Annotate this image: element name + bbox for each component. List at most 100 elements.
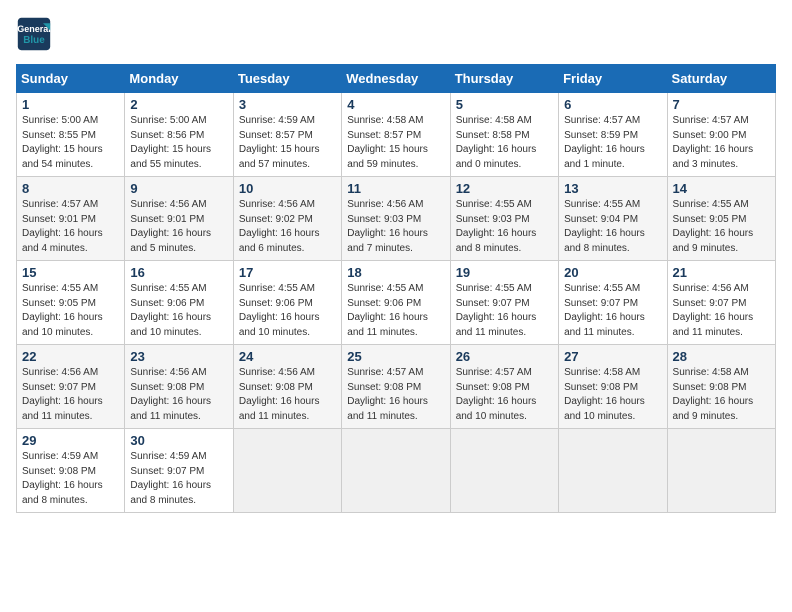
day-info: Sunrise: 4:55 AMSunset: 9:03 PMDaylight:… [456, 198, 553, 256]
day-number: 15 [22, 265, 119, 280]
header-cell-tuesday: Tuesday [233, 65, 341, 93]
day-15: 15 Sunrise: 4:55 AMSunset: 9:05 PMDayligh… [17, 261, 125, 345]
empty-cell [559, 429, 667, 513]
svg-text:Blue: Blue [23, 35, 45, 46]
day-25: 25 Sunrise: 4:57 AMSunset: 9:08 PMDayligh… [342, 345, 450, 429]
day-17: 17 Sunrise: 4:55 AMSunset: 9:06 PMDayligh… [233, 261, 341, 345]
logo: General Blue [16, 16, 52, 52]
calendar-table: SundayMondayTuesdayWednesdayThursdayFrid… [16, 64, 776, 513]
day-16: 16 Sunrise: 4:55 AMSunset: 9:06 PMDayligh… [125, 261, 233, 345]
day-number: 28 [673, 349, 770, 364]
day-8: 8Sunrise: 4:57 AMSunset: 9:01 PMDaylight… [17, 177, 125, 261]
day-info: Sunrise: 4:55 AMSunset: 9:04 PMDaylight:… [564, 198, 661, 256]
day-18: 18 Sunrise: 4:55 AMSunset: 9:06 PMDayligh… [342, 261, 450, 345]
calendar-week-4: 29Sunrise: 4:59 AMSunset: 9:08 PMDayligh… [17, 429, 776, 513]
day-5: 5 Sunrise: 4:58 AMSunset: 8:58 PMDaylight… [450, 93, 558, 177]
day-21: 21 Sunrise: 4:56 AMSunset: 9:07 PMDayligh… [667, 261, 775, 345]
day-number: 22 [22, 349, 119, 364]
day-number: 5 [456, 97, 553, 112]
day-info: Sunrise: 4:55 AMSunset: 9:05 PMDaylight:… [673, 198, 770, 256]
day-number: 24 [239, 349, 336, 364]
day-9: 9 Sunrise: 4:56 AMSunset: 9:01 PMDaylight… [125, 177, 233, 261]
day-number: 3 [239, 97, 336, 112]
day-number: 11 [347, 181, 444, 196]
day-number: 30 [130, 433, 227, 448]
day-info: Sunrise: 5:00 AMSunset: 8:56 PMDaylight:… [130, 114, 227, 172]
day-number: 20 [564, 265, 661, 280]
day-info: Sunrise: 4:56 AMSunset: 9:01 PMDaylight:… [130, 198, 227, 256]
day-number: 14 [673, 181, 770, 196]
day-number: 9 [130, 181, 227, 196]
day-info: Sunrise: 4:55 AMSunset: 9:06 PMDaylight:… [347, 282, 444, 340]
day-info: Sunrise: 4:57 AMSunset: 9:01 PMDaylight:… [22, 198, 119, 256]
day-info: Sunrise: 4:55 AMSunset: 9:07 PMDaylight:… [456, 282, 553, 340]
header-cell-friday: Friday [559, 65, 667, 93]
day-info: Sunrise: 4:55 AMSunset: 9:06 PMDaylight:… [130, 282, 227, 340]
header: General Blue [16, 16, 776, 52]
day-28: 28 Sunrise: 4:58 AMSunset: 9:08 PMDayligh… [667, 345, 775, 429]
header-cell-monday: Monday [125, 65, 233, 93]
day-info: Sunrise: 4:58 AMSunset: 9:08 PMDaylight:… [673, 366, 770, 424]
header-cell-sunday: Sunday [17, 65, 125, 93]
day-29: 29Sunrise: 4:59 AMSunset: 9:08 PMDayligh… [17, 429, 125, 513]
day-number: 10 [239, 181, 336, 196]
day-info: Sunrise: 4:57 AMSunset: 8:59 PMDaylight:… [564, 114, 661, 172]
header-cell-saturday: Saturday [667, 65, 775, 93]
day-20: 20 Sunrise: 4:55 AMSunset: 9:07 PMDayligh… [559, 261, 667, 345]
day-info: Sunrise: 4:56 AMSunset: 9:08 PMDaylight:… [130, 366, 227, 424]
day-info: Sunrise: 4:55 AMSunset: 9:06 PMDaylight:… [239, 282, 336, 340]
day-number: 27 [564, 349, 661, 364]
day-number: 7 [673, 97, 770, 112]
day-info: Sunrise: 4:59 AMSunset: 9:07 PMDaylight:… [130, 450, 227, 508]
day-number: 26 [456, 349, 553, 364]
day-info: Sunrise: 4:55 AMSunset: 9:05 PMDaylight:… [22, 282, 119, 340]
day-number: 21 [673, 265, 770, 280]
empty-cell [667, 429, 775, 513]
day-number: 19 [456, 265, 553, 280]
day-number: 13 [564, 181, 661, 196]
day-info: Sunrise: 4:58 AMSunset: 9:08 PMDaylight:… [564, 366, 661, 424]
day-19: 19 Sunrise: 4:55 AMSunset: 9:07 PMDayligh… [450, 261, 558, 345]
day-14: 14 Sunrise: 4:55 AMSunset: 9:05 PMDayligh… [667, 177, 775, 261]
day-number: 18 [347, 265, 444, 280]
empty-cell [450, 429, 558, 513]
day-number: 17 [239, 265, 336, 280]
day-26: 26 Sunrise: 4:57 AMSunset: 9:08 PMDayligh… [450, 345, 558, 429]
day-13: 13 Sunrise: 4:55 AMSunset: 9:04 PMDayligh… [559, 177, 667, 261]
day-11: 11 Sunrise: 4:56 AMSunset: 9:03 PMDayligh… [342, 177, 450, 261]
day-info: Sunrise: 4:56 AMSunset: 9:07 PMDaylight:… [673, 282, 770, 340]
logo-icon: General Blue [16, 16, 52, 52]
day-number: 2 [130, 97, 227, 112]
day-info: Sunrise: 4:56 AMSunset: 9:07 PMDaylight:… [22, 366, 119, 424]
day-7: 7 Sunrise: 4:57 AMSunset: 9:00 PMDaylight… [667, 93, 775, 177]
day-info: Sunrise: 4:58 AMSunset: 8:58 PMDaylight:… [456, 114, 553, 172]
day-info: Sunrise: 4:57 AMSunset: 9:08 PMDaylight:… [456, 366, 553, 424]
day-info: Sunrise: 4:59 AMSunset: 9:08 PMDaylight:… [22, 450, 119, 508]
day-27: 27 Sunrise: 4:58 AMSunset: 9:08 PMDayligh… [559, 345, 667, 429]
day-info: Sunrise: 4:56 AMSunset: 9:03 PMDaylight:… [347, 198, 444, 256]
day-30: 30 Sunrise: 4:59 AMSunset: 9:07 PMDayligh… [125, 429, 233, 513]
header-cell-wednesday: Wednesday [342, 65, 450, 93]
header-cell-thursday: Thursday [450, 65, 558, 93]
calendar-week-3: 22 Sunrise: 4:56 AMSunset: 9:07 PMDayligh… [17, 345, 776, 429]
day-12: 12Sunrise: 4:55 AMSunset: 9:03 PMDayligh… [450, 177, 558, 261]
day-2: 2 Sunrise: 5:00 AMSunset: 8:56 PMDaylight… [125, 93, 233, 177]
empty-cell [233, 429, 341, 513]
day-info: Sunrise: 4:58 AMSunset: 8:57 PMDaylight:… [347, 114, 444, 172]
day-1: 1Sunrise: 5:00 AMSunset: 8:55 PMDaylight… [17, 93, 125, 177]
day-number: 23 [130, 349, 227, 364]
day-info: Sunrise: 4:57 AMSunset: 9:08 PMDaylight:… [347, 366, 444, 424]
day-24: 24Sunrise: 4:56 AMSunset: 9:08 PMDayligh… [233, 345, 341, 429]
day-number: 25 [347, 349, 444, 364]
day-number: 16 [130, 265, 227, 280]
day-22: 22 Sunrise: 4:56 AMSunset: 9:07 PMDayligh… [17, 345, 125, 429]
calendar-week-0: 1Sunrise: 5:00 AMSunset: 8:55 PMDaylight… [17, 93, 776, 177]
calendar-week-1: 8Sunrise: 4:57 AMSunset: 9:01 PMDaylight… [17, 177, 776, 261]
day-info: Sunrise: 4:56 AMSunset: 9:02 PMDaylight:… [239, 198, 336, 256]
day-6: 6Sunrise: 4:57 AMSunset: 8:59 PMDaylight… [559, 93, 667, 177]
day-23: 23 Sunrise: 4:56 AMSunset: 9:08 PMDayligh… [125, 345, 233, 429]
day-info: Sunrise: 4:57 AMSunset: 9:00 PMDaylight:… [673, 114, 770, 172]
calendar-week-2: 15 Sunrise: 4:55 AMSunset: 9:05 PMDayligh… [17, 261, 776, 345]
day-info: Sunrise: 4:55 AMSunset: 9:07 PMDaylight:… [564, 282, 661, 340]
day-info: Sunrise: 4:59 AMSunset: 8:57 PMDaylight:… [239, 114, 336, 172]
